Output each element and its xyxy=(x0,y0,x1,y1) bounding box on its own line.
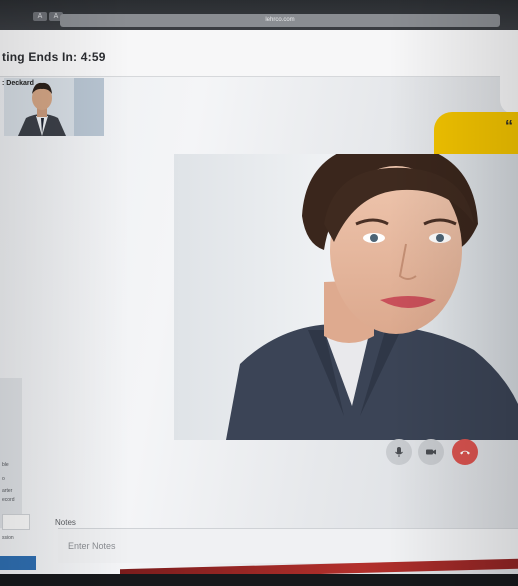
side-panel xyxy=(0,378,22,528)
notes-placeholder: Enter Notes xyxy=(68,541,116,551)
device-bezel xyxy=(0,574,518,586)
browser-toolbar: A A lehrco.com xyxy=(0,0,518,30)
participant-name: : Deckard xyxy=(2,80,34,87)
text-size-small-button[interactable]: A xyxy=(33,12,47,21)
phone-end-icon xyxy=(460,450,470,455)
meeting-timer: ting Ends In: 4:59 xyxy=(2,50,106,64)
end-call-button[interactable] xyxy=(452,439,478,465)
app-screen: A A lehrco.com ting Ends In: 4:59 : Deck… xyxy=(0,0,518,586)
notes-textarea[interactable] xyxy=(58,528,518,563)
side-panel-text: ssion xyxy=(2,535,14,541)
quote-icon: “ xyxy=(505,118,513,135)
side-panel-text: arter xyxy=(2,488,13,494)
microphone-icon xyxy=(395,447,403,457)
side-panel-text: o xyxy=(2,476,5,482)
header-curve xyxy=(500,70,518,114)
side-panel-input[interactable] xyxy=(2,514,30,530)
mute-button[interactable] xyxy=(386,439,412,465)
camera-icon xyxy=(426,449,436,455)
side-panel-button[interactable] xyxy=(0,556,36,570)
notes-label: Notes xyxy=(55,518,76,527)
side-panel-text: ecord xyxy=(2,497,15,503)
main-video xyxy=(174,154,518,440)
address-bar[interactable]: lehrco.com xyxy=(60,14,500,27)
remote-video-feed xyxy=(174,154,518,440)
camera-toggle-button[interactable] xyxy=(418,439,444,465)
side-panel-text: ble xyxy=(2,462,9,468)
